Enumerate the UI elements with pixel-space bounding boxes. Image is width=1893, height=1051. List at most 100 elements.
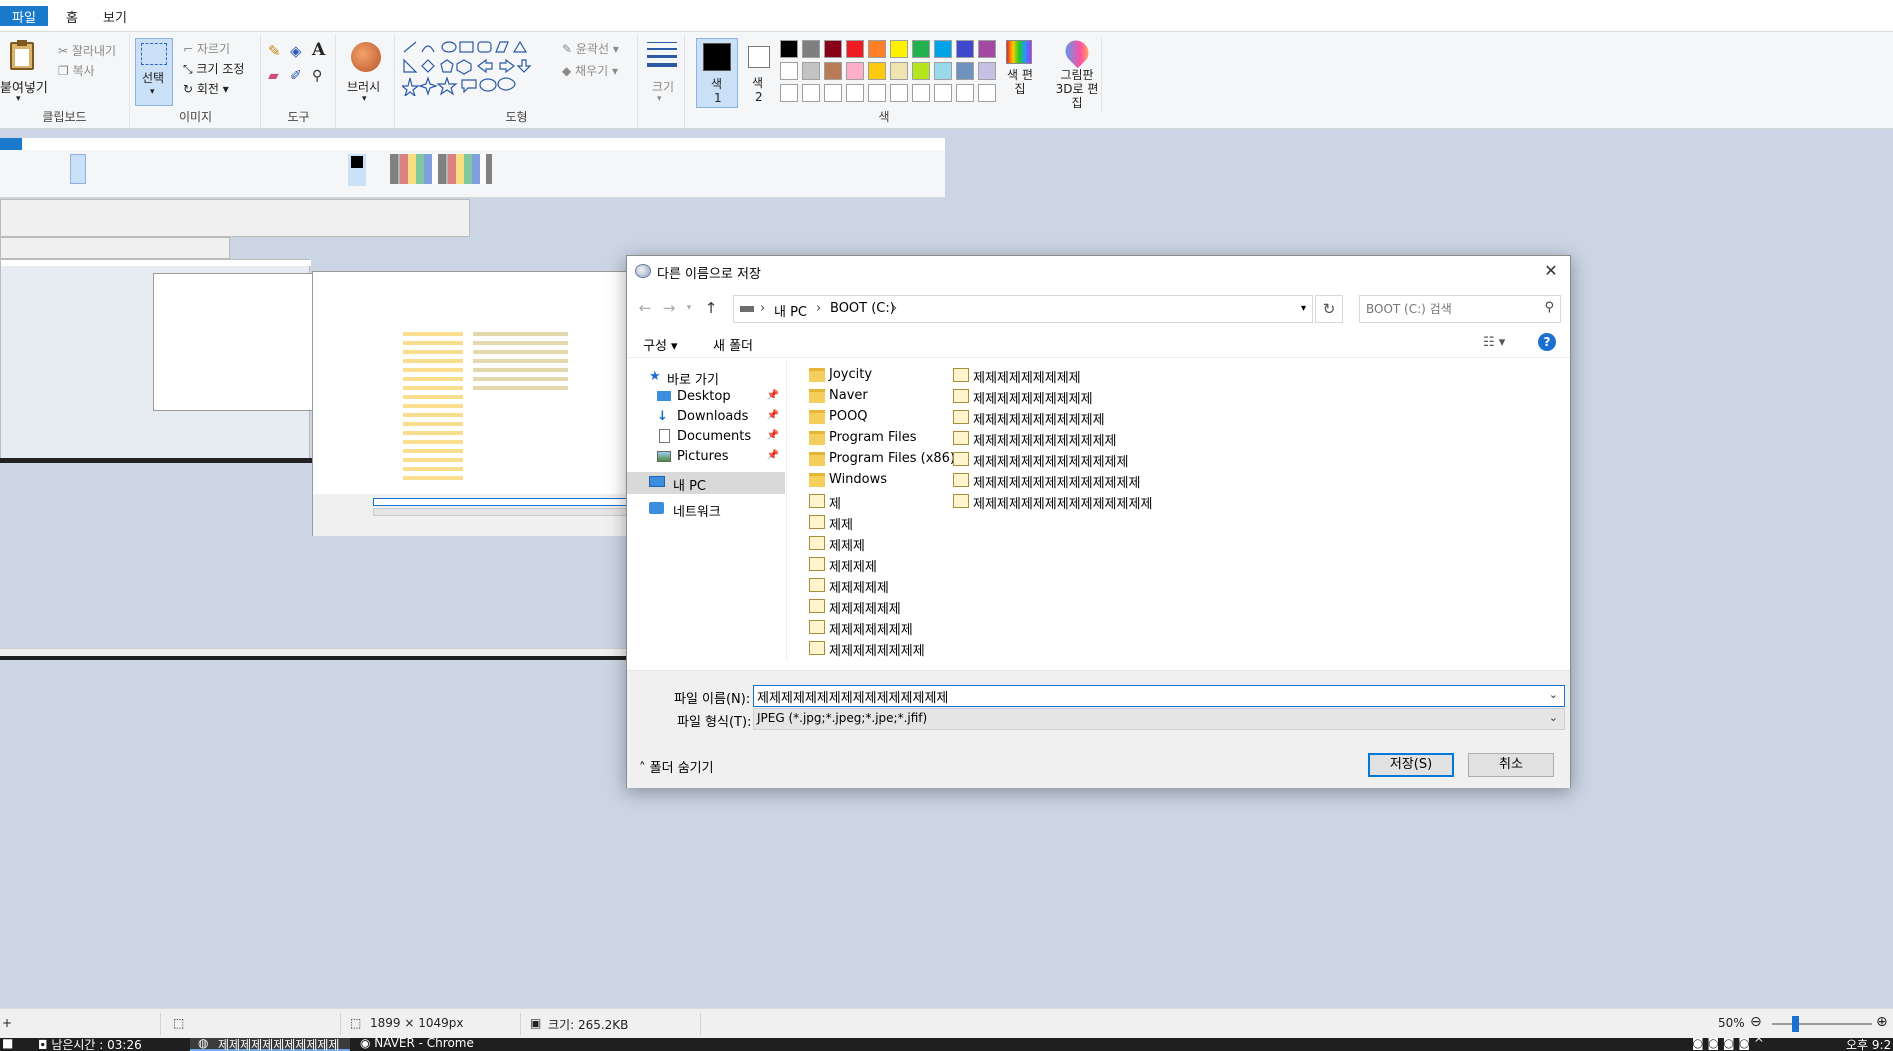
size-dropdown-icon[interactable]: ▾ (657, 94, 662, 104)
tab-view[interactable]: 보기 (95, 6, 135, 32)
brush-button[interactable]: 브러시 (347, 78, 380, 95)
color-swatch[interactable] (890, 62, 908, 80)
color-swatch[interactable] (824, 40, 842, 58)
color-swatch[interactable] (934, 84, 952, 102)
nav-desktop[interactable]: Desktop 📌 (627, 386, 785, 408)
text-tool-icon[interactable]: A (312, 40, 325, 60)
zoom-out-button[interactable]: ⊖ (1750, 1014, 1762, 1030)
fill-button[interactable]: ◆ 채우기 ▾ (562, 62, 618, 79)
search-input[interactable] (1366, 300, 1536, 318)
address-dropdown-icon[interactable]: ▾ (1301, 303, 1306, 314)
rotate-button[interactable]: ↻ 회전 ▾ (183, 80, 229, 97)
color-swatch[interactable] (802, 62, 820, 80)
color-swatch[interactable] (846, 62, 864, 80)
color-swatch[interactable] (802, 40, 820, 58)
color1-button[interactable]: 색 1 (696, 38, 738, 108)
search-box[interactable]: ⚲ (1359, 295, 1561, 323)
color-swatch[interactable] (956, 84, 974, 102)
shapes-gallery[interactable] (400, 40, 548, 98)
size-button[interactable]: 크기 (652, 78, 674, 95)
filetype-select[interactable]: JPEG (*.jpg;*.jpeg;*.jpe;*.jfif) ⌄ (753, 708, 1565, 730)
color-swatch[interactable] (868, 84, 886, 102)
close-button[interactable]: ✕ (1538, 259, 1564, 283)
filename-field[interactable]: ⌄ (753, 685, 1565, 707)
paste-dropdown-icon[interactable]: ▾ (16, 94, 21, 104)
tray-icons[interactable]: ◙ ◙ ◙ ◙ ^ (1692, 1038, 1764, 1050)
color-swatch[interactable] (824, 84, 842, 102)
nav-downloads[interactable]: ↓ Downloads 📌 (627, 406, 785, 428)
cut-button[interactable]: ✂ 잘라내기 (58, 42, 116, 59)
color-swatch[interactable] (780, 84, 798, 102)
nav-this-pc[interactable]: 내 PC (627, 472, 785, 494)
nav-pictures[interactable]: Pictures 📌 (627, 446, 785, 468)
color-swatch[interactable] (978, 84, 996, 102)
color-swatch[interactable] (802, 84, 820, 102)
color-swatch[interactable] (868, 62, 886, 80)
color-swatch[interactable] (934, 40, 952, 58)
eraser-icon[interactable]: ▰ (268, 68, 279, 84)
zoom-slider[interactable] (1772, 1016, 1872, 1032)
cancel-button[interactable]: 취소 (1468, 753, 1554, 777)
color-swatch[interactable] (824, 62, 842, 80)
color-swatch[interactable] (978, 62, 996, 80)
color-swatch[interactable] (846, 40, 864, 58)
color-swatch[interactable] (846, 84, 864, 102)
color2-button[interactable]: 색 2 (742, 38, 774, 108)
crop-button[interactable]: ⌐ 자르기 (183, 40, 230, 57)
edit-colors-button[interactable]: 색 편집 (1000, 38, 1040, 112)
taskbar-paint-window[interactable]: ◍ 제제제제제제제제제제제 (190, 1038, 350, 1051)
paste-button[interactable]: 붙여넣기 (0, 77, 48, 96)
taskbar-chrome-window[interactable]: ◉ NAVER - Chrome (360, 1038, 474, 1050)
hide-folders-button[interactable]: ˄ 폴더 숨기기 (639, 757, 714, 776)
color-swatch[interactable] (956, 62, 974, 80)
forward-button[interactable]: → (659, 298, 679, 318)
resize-button[interactable]: ⤡ 크기 조정 (183, 60, 244, 77)
start-button[interactable]: ■ (2, 1038, 13, 1050)
tab-home[interactable]: 홈 (58, 6, 86, 32)
address-bar[interactable]: › 내 PC › BOOT (C:) › ▾ (733, 295, 1313, 323)
save-button[interactable]: 저장(S) (1368, 753, 1454, 777)
breadcrumb-drive[interactable]: BOOT (C:) (830, 301, 895, 316)
paste-icon[interactable] (10, 40, 34, 70)
zoom-slider-thumb[interactable] (1792, 1016, 1799, 1032)
chevron-down-icon[interactable]: ⌄ (1549, 688, 1558, 701)
color-swatch[interactable] (890, 84, 908, 102)
fill-bucket-icon[interactable]: ◈ (290, 42, 302, 60)
color-swatch[interactable] (912, 40, 930, 58)
pencil-icon[interactable]: ✎ (268, 42, 281, 60)
nav-quick-access[interactable]: ★ 바로 가기 (627, 366, 785, 388)
zoom-in-button[interactable]: ⊕ (1876, 1014, 1888, 1030)
refresh-button[interactable]: ↻ (1315, 295, 1343, 323)
nav-documents[interactable]: Documents 📌 (627, 426, 785, 448)
tab-file[interactable]: 파일 (0, 6, 48, 26)
back-button[interactable]: ← (635, 298, 655, 318)
select-button[interactable]: 선택 ▾ (135, 38, 173, 106)
view-options-button[interactable]: ☷ ▾ (1483, 335, 1505, 350)
new-folder-button[interactable]: 새 폴더 (713, 335, 753, 354)
copy-button[interactable]: ❐ 복사 (58, 62, 95, 79)
outline-button[interactable]: ✎ 윤곽선 ▾ (562, 40, 619, 57)
color-swatch[interactable] (934, 62, 952, 80)
breadcrumb-this-pc[interactable]: 내 PC (774, 301, 807, 320)
color-swatch[interactable] (912, 84, 930, 102)
color-swatch[interactable] (780, 40, 798, 58)
color-swatch[interactable] (912, 62, 930, 80)
up-button[interactable]: ↑ (701, 298, 721, 318)
color-swatch[interactable] (978, 40, 996, 58)
color-swatch[interactable] (780, 62, 798, 80)
size-lines-icon[interactable] (647, 42, 677, 67)
dialog-title-bar[interactable]: 다른 이름으로 저장 ✕ (627, 256, 1570, 286)
taskbar-timer-app[interactable]: ◘ 남은시간 : 03:26 (38, 1038, 142, 1051)
help-button[interactable]: ? (1538, 333, 1556, 351)
color-swatch[interactable] (868, 40, 886, 58)
color-swatch[interactable] (956, 40, 974, 58)
brush-dropdown-icon[interactable]: ▾ (362, 94, 367, 104)
edit-with-paint3d-button[interactable]: 그림판 3D로 편집 (1052, 35, 1102, 112)
magnifier-icon[interactable]: ⚲ (312, 68, 322, 84)
organize-button[interactable]: 구성 ▾ (643, 335, 678, 354)
brush-icon[interactable] (351, 42, 381, 72)
color-swatch[interactable] (890, 40, 908, 58)
filename-input[interactable] (757, 688, 1537, 704)
recent-locations-button[interactable]: ▾ (679, 298, 699, 318)
nav-network[interactable]: 네트워크 (627, 498, 785, 520)
